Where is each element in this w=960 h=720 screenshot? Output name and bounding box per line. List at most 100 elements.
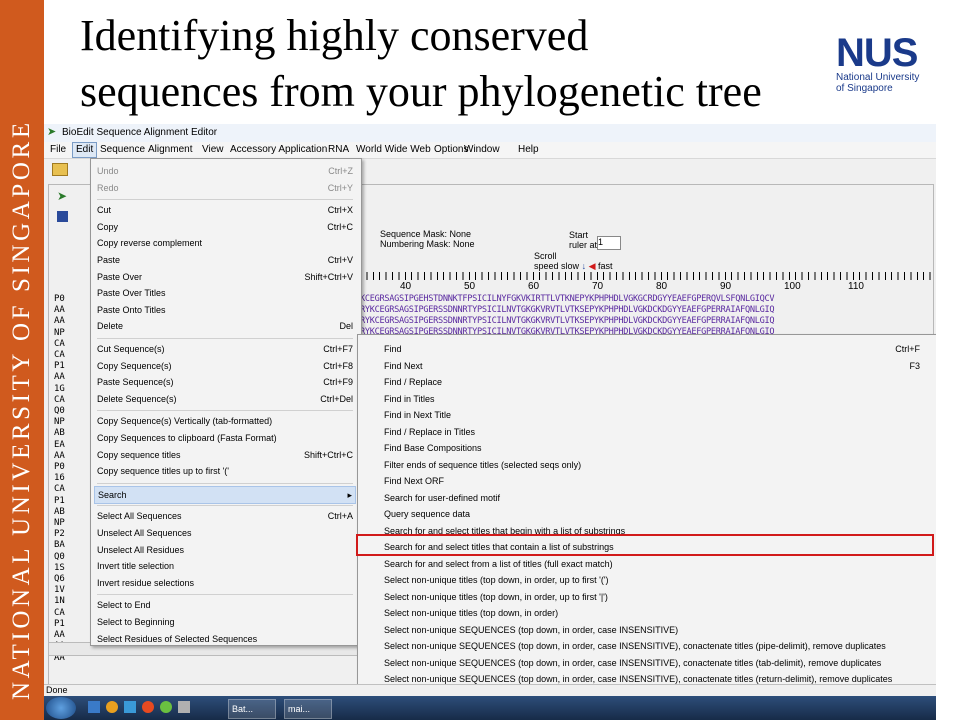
taskbar-quicklaunch-icon[interactable] xyxy=(178,701,190,713)
search-menu-item[interactable]: Find in Titles xyxy=(384,391,930,407)
edit-menu-item[interactable]: Paste Sequence(s) Ctrl+F9 xyxy=(97,374,353,390)
search-menu-item[interactable]: Select non-unique SEQUENCES (top down, i… xyxy=(384,638,930,654)
menu-view[interactable]: View xyxy=(202,144,224,155)
sequence-title[interactable]: NP xyxy=(54,328,76,339)
sequence-title[interactable]: 16 xyxy=(54,473,76,484)
edit-menu-item[interactable]: Cut Sequence(s) Ctrl+F7 xyxy=(97,341,353,357)
menu-file[interactable]: File xyxy=(50,144,66,155)
search-menu-item[interactable]: Find Ctrl+F xyxy=(384,341,930,357)
taskbar-item-mail[interactable]: mai... xyxy=(284,699,332,719)
sequence-title[interactable]: Q6 xyxy=(54,574,76,585)
search-menu-item[interactable]: Filter ends of sequence titles (selected… xyxy=(384,457,930,473)
sequence-title[interactable]: AA xyxy=(54,316,76,327)
search-menu-item[interactable]: Select non-unique titles (top down, in o… xyxy=(384,589,930,605)
sequence-title[interactable]: CA xyxy=(54,350,76,361)
sequence-title[interactable]: AB xyxy=(54,428,76,439)
edit-menu-item[interactable]: Select Residues of Selected Sequences xyxy=(97,631,353,647)
menu-window[interactable]: Window xyxy=(464,144,500,155)
save-icon[interactable] xyxy=(57,211,68,222)
sequence-title[interactable]: AB xyxy=(54,507,76,518)
edit-menu-item[interactable]: Copy Sequence(s) Vertically (tab-formatt… xyxy=(97,413,353,429)
sequence-title[interactable]: P0 xyxy=(54,294,76,305)
sequence-title[interactable]: CA xyxy=(54,339,76,350)
sequence-row[interactable]: KCEGRSAGSIPGEHSTDNNKTFPSICILNYFGKVKIRTTL… xyxy=(360,294,936,305)
edit-menu-item[interactable]: Select to End xyxy=(97,597,353,613)
edit-menu-item[interactable]: Copy sequence titles up to first '(' xyxy=(97,463,353,479)
edit-menu-item[interactable]: Invert residue selections xyxy=(97,575,353,591)
search-menu-item[interactable]: Find in Next Title xyxy=(384,407,930,423)
search-menu-item[interactable]: Search for and select from a list of tit… xyxy=(384,556,930,572)
edit-menu-item[interactable]: Paste Over Shift+Ctrl+V xyxy=(97,269,353,285)
search-menu-item[interactable]: Select non-unique SEQUENCES (top down, i… xyxy=(384,622,930,638)
search-menu-item[interactable]: Query sequence data xyxy=(384,506,930,522)
search-menu-item[interactable]: Find / Replace in Titles xyxy=(384,424,930,440)
edit-menu-item[interactable]: Paste Onto Titles xyxy=(97,302,353,318)
sequence-title[interactable]: CA xyxy=(54,608,76,619)
menu-edit[interactable]: Edit xyxy=(72,142,98,158)
menu-rna[interactable]: RNA xyxy=(328,144,349,155)
fast-arrow-icon[interactable]: ◀ xyxy=(589,261,596,271)
edit-menu-item[interactable]: Unselect All Residues xyxy=(97,542,353,558)
sequence-title[interactable]: CA xyxy=(54,484,76,495)
sequence-title[interactable]: NP xyxy=(54,417,76,428)
taskbar-quicklaunch-icon[interactable] xyxy=(106,701,118,713)
edit-menu-item[interactable]: Invert title selection xyxy=(97,558,353,574)
sequence-alignment-rows[interactable]: KCEGRSAGSIPGEHSTDNNKTFPSICILNYFGKVKIRTTL… xyxy=(360,294,936,338)
edit-menu-item[interactable]: Paste Over Titles xyxy=(97,285,353,301)
open-folder-icon[interactable] xyxy=(52,163,68,176)
sequence-title[interactable]: 1S xyxy=(54,563,76,574)
sequence-title[interactable]: P0 xyxy=(54,462,76,473)
edit-menu-item[interactable]: Copy sequence titles Shift+Ctrl+C xyxy=(97,447,353,463)
sequence-title[interactable]: Q0 xyxy=(54,406,76,417)
search-menu-item[interactable]: Find Next ORF xyxy=(384,473,930,489)
edit-menu-item[interactable]: Copy Ctrl+C xyxy=(97,219,353,235)
edit-menu-item[interactable]: Select to Beginning xyxy=(97,614,353,630)
sequence-title[interactable]: Q0 xyxy=(54,552,76,563)
start-button[interactable] xyxy=(46,697,76,719)
taskbar-quicklaunch-icon[interactable] xyxy=(160,701,172,713)
menu-accessory-application[interactable]: Accessory Application xyxy=(230,144,327,155)
sequence-title[interactable]: P1 xyxy=(54,496,76,507)
edit-menu-item[interactable]: Paste Ctrl+V xyxy=(97,252,353,268)
search-menu-item[interactable]: Select non-unique SEQUENCES (top down, i… xyxy=(384,655,930,671)
slow-arrow-icon[interactable]: ↓ xyxy=(582,261,587,271)
search-menu-item[interactable]: Search for user-defined motif xyxy=(384,490,930,506)
sequence-title[interactable]: P1 xyxy=(54,619,76,630)
taskbar-item-bat[interactable]: Bat... xyxy=(228,699,276,719)
search-menu-item[interactable]: Select non-unique titles (top down, in o… xyxy=(384,605,930,621)
search-menu-item[interactable]: Find Next F3 xyxy=(384,358,930,374)
sequence-title[interactable]: NP xyxy=(54,518,76,529)
sequence-title[interactable]: P1 xyxy=(54,361,76,372)
sequence-title[interactable]: AA xyxy=(54,372,76,383)
menu-help[interactable]: Help xyxy=(518,144,539,155)
edit-menu-item[interactable]: Unselect All Sequences xyxy=(97,525,353,541)
edit-menu-item[interactable]: Copy Sequence(s) Ctrl+F8 xyxy=(97,358,353,374)
edit-menu-item[interactable]: Undo Ctrl+Z xyxy=(97,163,353,179)
sequence-title[interactable]: P2 xyxy=(54,529,76,540)
taskbar-quicklaunch-icon[interactable] xyxy=(124,701,136,713)
edit-menu-item[interactable]: Copy Sequences to clipboard (Fasta Forma… xyxy=(97,430,353,446)
search-menu-item[interactable]: Find Base Compositions xyxy=(384,440,930,456)
edit-menu-item[interactable]: Delete Del xyxy=(97,318,353,334)
search-menu-item[interactable]: Select non-unique titles (top down, in o… xyxy=(384,572,930,588)
sequence-title[interactable]: AA xyxy=(54,630,76,641)
sequence-row[interactable]: RYKCEGRSAGSIPGERSSDNNRTYPSICILNVTGKGKVRV… xyxy=(360,316,936,327)
ruler-start-input[interactable]: 1 xyxy=(597,236,621,250)
taskbar-quicklaunch-icon[interactable] xyxy=(142,701,154,713)
sequence-title[interactable]: 1V xyxy=(54,585,76,596)
sequence-row[interactable]: RYKCEGRSAGSIPGERSSDNNRTYPSICILNVTGKGKVRV… xyxy=(360,305,936,316)
edit-menu-item[interactable]: Copy reverse complement xyxy=(97,235,353,251)
menu-alignment[interactable]: Alignment xyxy=(148,144,192,155)
edit-menu-item[interactable]: Select All Sequences Ctrl+A xyxy=(97,508,353,524)
edit-menu-item[interactable]: Search ▸ xyxy=(94,485,356,504)
menu-sequence[interactable]: Sequence xyxy=(100,144,145,155)
edit-menu-item[interactable]: Delete Sequence(s) Ctrl+Del xyxy=(97,391,353,407)
window-titlebar[interactable]: ➤ BioEdit Sequence Alignment Editor xyxy=(44,124,936,143)
edit-menu-item[interactable]: Redo Ctrl+Y xyxy=(97,180,353,196)
sequence-title[interactable]: EA xyxy=(54,440,76,451)
sequence-title[interactable]: CA xyxy=(54,395,76,406)
sequence-title[interactable]: BA xyxy=(54,540,76,551)
sequence-title[interactable]: AA xyxy=(54,305,76,316)
sequence-title[interactable]: 1G xyxy=(54,384,76,395)
sequence-title[interactable]: AA xyxy=(54,451,76,462)
